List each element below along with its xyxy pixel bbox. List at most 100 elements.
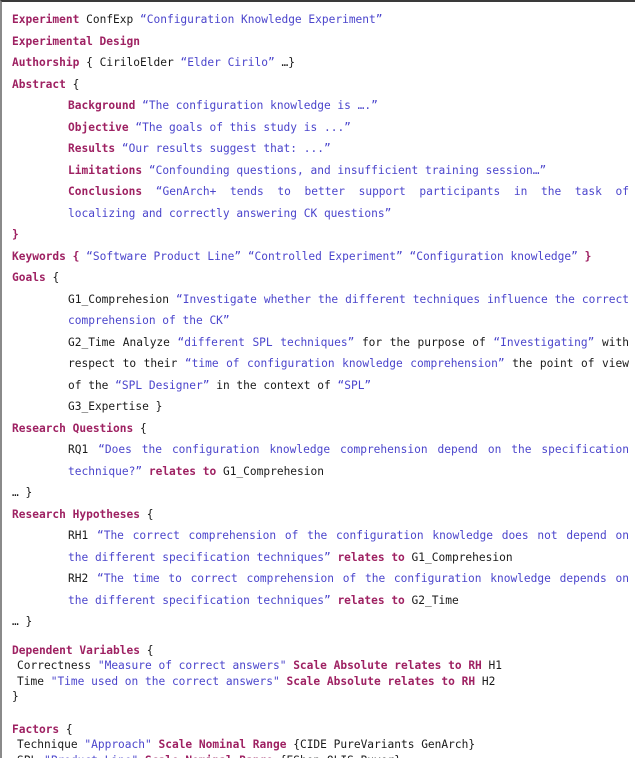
- code-listing-frame: Experiment ConfExp “Configuration Knowle…: [0, 0, 635, 758]
- keyword-item-3: “Configuration knowledge”: [409, 249, 578, 263]
- goals-close-brace: }: [155, 400, 163, 413]
- authorship-open-brace: {: [86, 56, 93, 69]
- dv-correctness-relates: relates to RH: [394, 659, 482, 672]
- dv-correctness-name: Correctness: [17, 659, 92, 672]
- line-keywords: Keywords { “Software Product Line” “Cont…: [12, 246, 629, 268]
- research-hypotheses-open-brace: {: [146, 507, 154, 521]
- rh2-id: RH2: [68, 572, 89, 585]
- line-abstract-objective: Objective “The goals of this study is ..…: [68, 117, 629, 139]
- authorship-close: …}: [281, 56, 295, 69]
- keyword-research-hypotheses: Research Hypotheses: [12, 507, 140, 521]
- line-research-hypotheses-open: Research Hypotheses {: [12, 504, 629, 526]
- rh1-relates-keyword: relates to: [337, 550, 405, 564]
- line-goal-g2: G2_Time Analyze “different SPL technique…: [68, 332, 629, 397]
- line-research-questions-close: … }: [12, 482, 629, 504]
- factor-technique-name: Technique: [17, 738, 78, 751]
- factors-open-brace: {: [65, 722, 73, 736]
- goal-g2-context-label: in the context of: [216, 378, 331, 392]
- keyword-experiment: Experiment: [12, 13, 80, 26]
- dependent-variables-open-brace: {: [146, 643, 154, 657]
- keyword-authorship: Authorship: [12, 56, 80, 69]
- line-authorship: Authorship { CiriloElder “Elder Cirilo” …: [12, 52, 629, 74]
- keyword-dependent-variables: Dependent Variables: [12, 643, 140, 657]
- row-factor-technique: Technique "Approach" Scale Nominal Range…: [17, 737, 629, 753]
- value-conclusions: “GenArch+ tends to better support partic…: [68, 185, 629, 220]
- author-id: CiriloElder: [99, 56, 174, 69]
- rh2-relates-keyword: relates to: [337, 593, 405, 607]
- label-results: Results: [68, 142, 116, 155]
- value-background: “The configuration knowledge is ….”: [142, 99, 378, 112]
- line-abstract-background: Background “The configuration knowledge …: [68, 95, 629, 117]
- keyword-experimental-design: Experimental Design: [12, 34, 140, 48]
- rh1-target: G1_Comprehesion: [411, 550, 513, 564]
- label-conclusions: Conclusions: [68, 185, 143, 198]
- dv-correctness-description: "Measure of correct answers": [97, 659, 287, 672]
- abstract-open-brace: {: [72, 77, 80, 91]
- keyword-keywords: Keywords: [12, 249, 66, 263]
- factor-spl-range: {EShop OLIS Buyer}: [280, 754, 401, 758]
- line-abstract-conclusions: Conclusions “GenArch+ tends to better su…: [68, 181, 629, 224]
- keywords-close-brace: }: [584, 249, 592, 263]
- goal-g2-verb: Analyze: [122, 335, 170, 349]
- value-objective: “The goals of this study is ...”: [135, 120, 351, 134]
- goal-g2-id: G2_Time: [68, 335, 116, 349]
- row-dependent-variable-time: Time "Time used on the correct answers" …: [17, 674, 629, 690]
- line-abstract-results: Results “Our results suggest that: ...”: [68, 138, 629, 160]
- goal-g1-id: G1_Comprehesion: [68, 292, 170, 306]
- factor-technique-scale: Scale Nominal Range: [158, 738, 287, 751]
- goal-g3-id: G3_Expertise: [68, 400, 149, 413]
- dv-time-description: "Time used on the correct answers": [50, 674, 280, 688]
- abstract-close-brace: }: [12, 228, 19, 241]
- factor-spl-scale: Scale Nominal Range: [145, 754, 273, 758]
- rq1-relates-keyword: relates to: [148, 464, 217, 478]
- research-questions-close: … }: [12, 486, 33, 499]
- factor-technique-range: {CIDE PureVariants GenArch}: [293, 738, 476, 751]
- research-hypotheses-close: … }: [12, 615, 33, 628]
- label-objective: Objective: [68, 120, 129, 134]
- line-rq1: RQ1 “Does the configuration knowledge co…: [68, 439, 629, 482]
- dv-time-target: H2: [481, 674, 496, 688]
- rh2-target: G2_Time: [411, 593, 459, 607]
- line-research-hypotheses-close: … }: [12, 611, 629, 633]
- line-factors-open: Factors {: [12, 722, 629, 738]
- keyword-item-1: “Software Product Line”: [86, 249, 242, 263]
- dv-time-name: Time: [17, 674, 44, 688]
- line-rh2: RH2 “The time to correct comprehension o…: [68, 568, 629, 611]
- keyword-goals: Goals: [12, 271, 46, 284]
- experiment-name: ConfExp: [86, 13, 134, 26]
- line-experiment: Experiment ConfExp “Configuration Knowle…: [12, 9, 629, 31]
- research-questions-open-brace: {: [140, 421, 147, 435]
- dv-time-scale: Scale Absolute: [286, 674, 381, 688]
- line-goal-g3: G3_Expertise }: [68, 396, 629, 418]
- line-dependent-variables-open: Dependent Variables {: [12, 643, 629, 659]
- rq1-id: RQ1: [68, 443, 89, 456]
- line-experimental-design: Experimental Design: [12, 31, 629, 53]
- goal-g2-viewpoint: “SPL Designer”: [115, 378, 210, 392]
- factor-technique-description: "Approach": [84, 738, 152, 751]
- experiment-title: “Configuration Knowledge Experiment”: [140, 13, 383, 26]
- goal-g2-context: “SPL”: [337, 378, 372, 392]
- keyword-item-2: “Controlled Experiment”: [247, 249, 403, 263]
- dv-correctness-target: H1: [488, 659, 503, 672]
- line-goals-open: Goals {: [12, 267, 629, 289]
- goal-g2-respect: “time of configuration knowledge compreh…: [184, 357, 505, 370]
- row-factor-spl: SPL "Product Line" Scale Nominal Range {…: [17, 753, 629, 758]
- author-name: “Elder Cirilo”: [180, 56, 275, 69]
- factor-spl-description: "Product Line": [44, 754, 138, 758]
- row-dependent-variable-correctness: Correctness "Measure of correct answers"…: [17, 658, 629, 674]
- keyword-factors: Factors: [12, 722, 60, 736]
- dv-correctness-scale: Scale Absolute: [293, 659, 388, 672]
- line-goal-g1: G1_Comprehesion “Investigate whether the…: [68, 289, 629, 332]
- block-dependent-variables: Dependent Variables { Correctness "Measu…: [12, 643, 629, 705]
- rh1-id: RH1: [68, 529, 89, 542]
- goal-g2-purpose: “Investigating”: [493, 335, 595, 349]
- label-background: Background: [68, 99, 136, 112]
- line-abstract-close: }: [12, 224, 629, 246]
- code-body: Experiment ConfExp “Configuration Knowle…: [2, 2, 635, 758]
- rq1-target: G1_Comprehesion: [222, 464, 324, 478]
- line-abstract-limitations: Limitations “Confounding questions, and …: [68, 160, 629, 182]
- block-factors: Factors { Technique "Approach" Scale Nom…: [12, 722, 629, 758]
- keyword-research-questions: Research Questions: [12, 421, 134, 435]
- label-limitations: Limitations: [68, 163, 143, 177]
- line-rh1: RH1 “The correct comprehension of the co…: [68, 525, 629, 568]
